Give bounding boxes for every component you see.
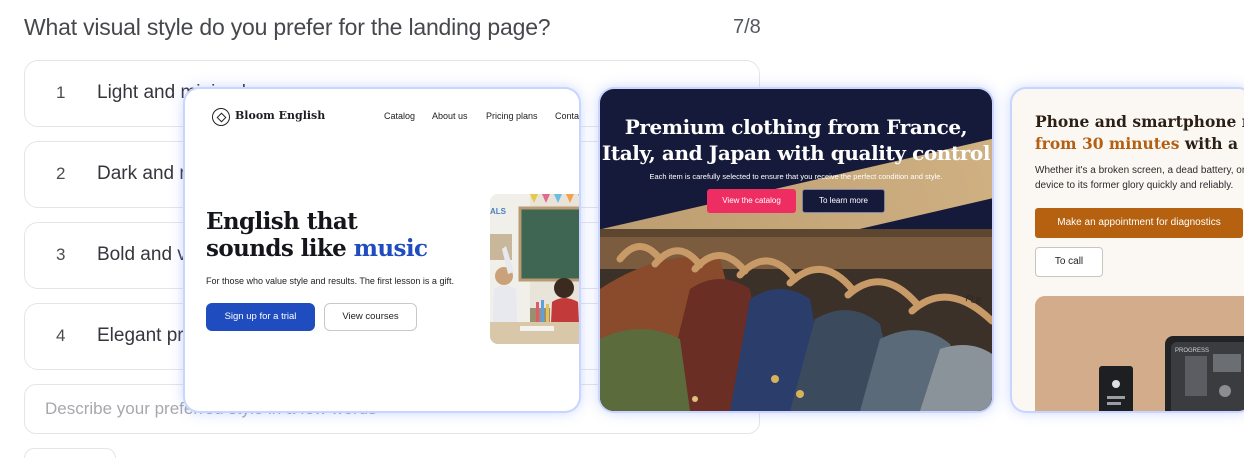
option-number: 4 bbox=[56, 326, 66, 345]
option-number: 2 bbox=[56, 164, 66, 183]
preview-heading-line2: sounds like bbox=[206, 235, 354, 262]
preview-secondary-button: To learn more bbox=[802, 189, 885, 213]
preview-heading-line1: Premium clothing from France, bbox=[624, 115, 968, 139]
preview-primary-button: View the catalog bbox=[707, 189, 796, 213]
preview-body-line1: Whether it's a broken screen, a dead bat… bbox=[1035, 165, 1244, 176]
preview-nav-contacts: Contacts bbox=[555, 111, 579, 121]
preview-body-line2: device to its former glory quickly and r… bbox=[1035, 180, 1234, 191]
preview-nav-pricing: Pricing plans bbox=[486, 111, 538, 121]
preview-heading: Phone and smartphone repair from 30 minu… bbox=[1035, 111, 1244, 155]
style-preview-card-light[interactable]: Bloom English Catalog About us Pricing p… bbox=[185, 89, 579, 411]
preview-nav-catalog: Catalog bbox=[384, 111, 416, 121]
phone-repair-photo: PROGRESS bbox=[1035, 296, 1244, 411]
preview-brand: Bloom English bbox=[235, 109, 326, 122]
phone-part-label: PROGRESS bbox=[1175, 348, 1209, 354]
preview-heading-line2: Italy, and Japan with quality control bbox=[601, 141, 991, 165]
style-preview-card-warm[interactable]: Phone and smartphone repair from 30 minu… bbox=[1012, 89, 1244, 411]
preview-secondary-button: View courses bbox=[324, 303, 417, 331]
preview-subtitle: Each item is carefully selected to ensur… bbox=[649, 172, 943, 181]
style-preview-card-dark[interactable]: FLE Premium clothing from France, Italy,… bbox=[600, 89, 992, 411]
classroom-photo: ALS bbox=[490, 194, 579, 344]
back-button[interactable] bbox=[24, 448, 116, 458]
option-number: 3 bbox=[56, 245, 66, 264]
preview-heading-accent: from 30 minutes bbox=[1035, 134, 1180, 153]
preview-heading: Premium clothing from France, Italy, and… bbox=[600, 114, 992, 166]
question-progress: 7/8 bbox=[733, 16, 761, 38]
preview-subtitle: For those who value style and results. T… bbox=[206, 276, 454, 286]
logo-icon bbox=[212, 108, 230, 126]
preview-heading-accent: music bbox=[353, 235, 428, 262]
clothing-rack-photo: FLE bbox=[600, 229, 992, 411]
preview-heading-line1: Phone and smartphone repair bbox=[1035, 112, 1244, 131]
preview-body: Whether it's a broken screen, a dead bat… bbox=[1035, 163, 1244, 193]
preview-heading: English that sounds like music bbox=[206, 208, 428, 262]
preview-nav-about: About us bbox=[432, 111, 468, 121]
option-number: 1 bbox=[56, 83, 66, 102]
preview-secondary-button: To call bbox=[1035, 247, 1103, 277]
question-title: What visual style do you prefer for the … bbox=[24, 14, 551, 40]
preview-heading-rest: with a guarantee bbox=[1184, 134, 1244, 153]
preview-primary-button: Sign up for a trial bbox=[206, 303, 315, 331]
classroom-sign: ALS bbox=[490, 207, 507, 216]
preview-heading-line1: English that bbox=[206, 208, 358, 235]
preview-primary-button: Make an appointment for diagnostics bbox=[1035, 208, 1243, 238]
